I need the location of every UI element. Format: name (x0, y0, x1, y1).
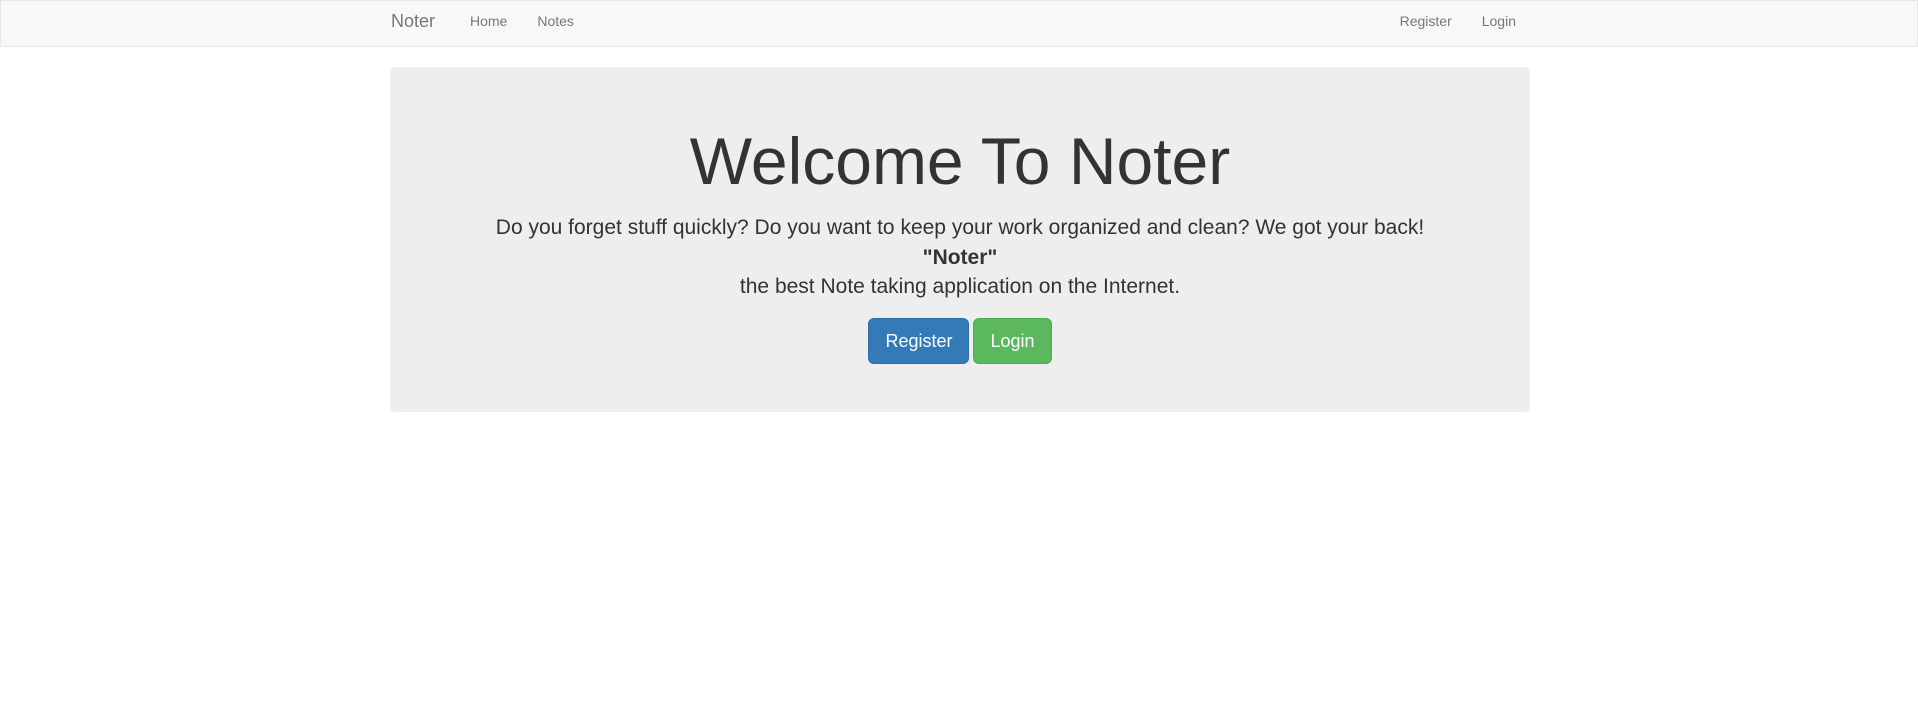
lead-line-3: the best Note taking application on the … (739, 275, 1181, 298)
nav-left: Home Notes (455, 1, 589, 47)
nav-register-link[interactable]: Register (1385, 1, 1467, 47)
welcome-jumbotron: Welcome To Noter Do you forget stuff qui… (390, 67, 1530, 412)
login-button[interactable]: Login (973, 318, 1052, 364)
lead-brand-quote: "Noter" (922, 245, 998, 269)
navbar-container: Noter Home Notes Register Login (391, 1, 1531, 47)
lead-text: Do you forget stuff quickly? Do you want… (390, 213, 1530, 302)
brand-link[interactable]: Noter (391, 1, 435, 47)
nav-right: Register Login (1385, 1, 1516, 47)
nav-home-link[interactable]: Home (455, 1, 522, 47)
nav-notes-link[interactable]: Notes (522, 1, 589, 47)
navbar: Noter Home Notes Register Login (0, 0, 1918, 47)
page-title: Welcome To Noter (689, 124, 1231, 198)
nav-login-link[interactable]: Login (1467, 1, 1516, 47)
lead-line-1: Do you forget stuff quickly? Do you want… (495, 216, 1425, 239)
action-buttons: Register Login (390, 318, 1530, 364)
register-button[interactable]: Register (868, 318, 970, 364)
